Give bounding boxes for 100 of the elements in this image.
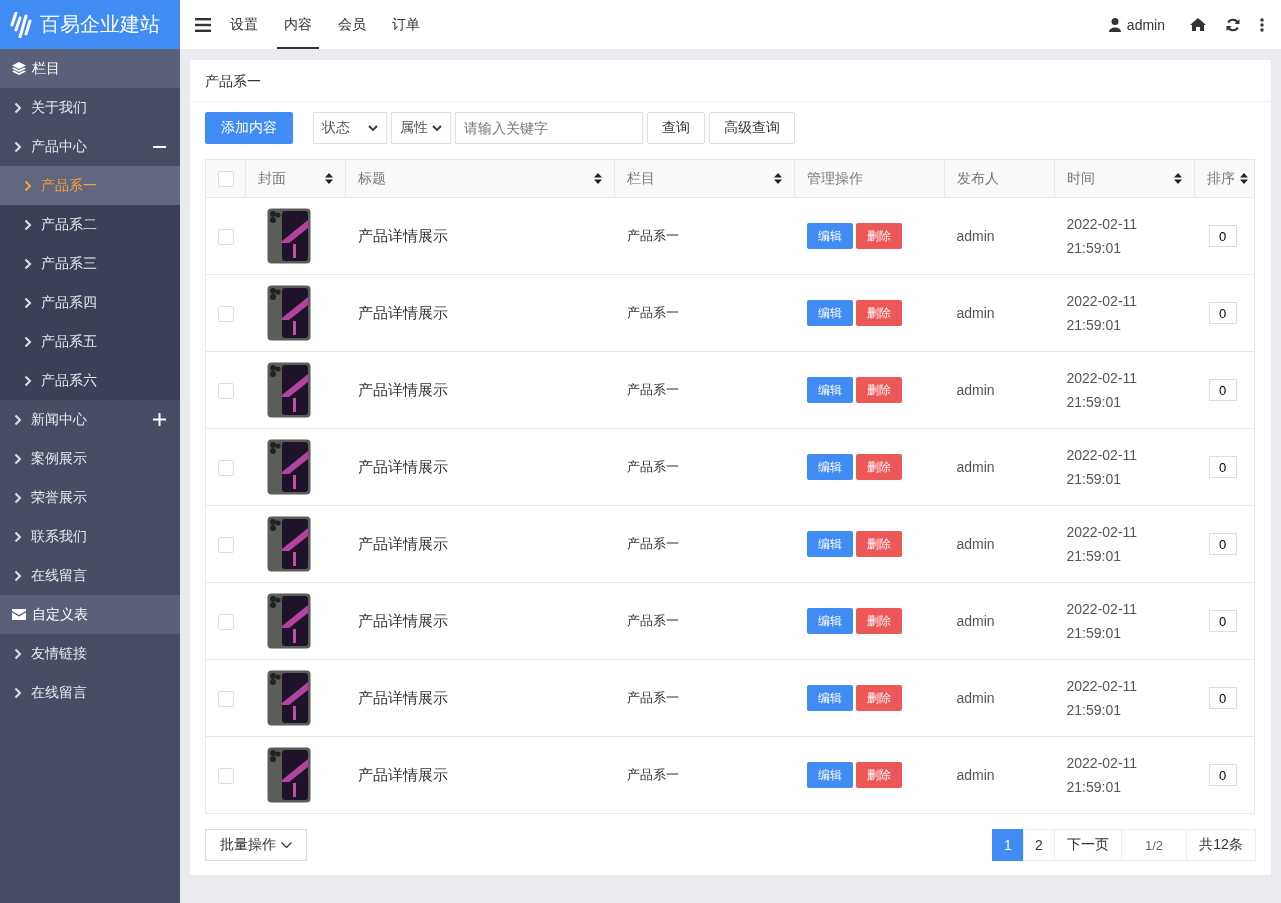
sidebar-subitem[interactable]: 产品系五	[0, 322, 180, 361]
publisher-cell: admin	[944, 582, 1055, 660]
section-title: 自定义表	[32, 605, 88, 624]
sidebar-subitem[interactable]: 产品系六	[0, 361, 180, 400]
refresh-icon[interactable]	[1226, 17, 1240, 32]
sort-icon[interactable]	[1174, 173, 1182, 184]
sort-field[interactable]: 0	[1208, 610, 1237, 632]
chevron-icon	[14, 647, 22, 660]
row-checkbox[interactable]	[217, 690, 234, 707]
nav-tab[interactable]: 内容	[277, 0, 319, 49]
sidebar-subitem[interactable]: 产品系三	[0, 244, 180, 283]
phone-drawing	[266, 285, 311, 341]
item-label: 联系我们	[31, 527, 87, 546]
item-label: 荣誉展示	[31, 488, 87, 507]
sidebar-item[interactable]: 荣誉展示	[0, 478, 180, 517]
layers-icon	[12, 62, 26, 75]
chevron-icon	[14, 452, 22, 465]
user-name[interactable]: admin	[1126, 16, 1165, 33]
advanced-query-button[interactable]: 高级查询	[709, 112, 795, 144]
row-checkbox[interactable]	[217, 613, 234, 630]
item-label: 在线留言	[31, 566, 87, 585]
title-cell: 产品详情展示	[345, 582, 615, 660]
chevron-icon	[14, 491, 22, 504]
nav-tab[interactable]: 会员	[331, 0, 373, 49]
sidebar-item[interactable]: 产品中心	[0, 127, 180, 166]
column-header: 栏目	[627, 169, 655, 188]
item-label: 友情链接	[31, 644, 87, 663]
chevron-icon	[24, 296, 32, 309]
total-count: 共12条	[1186, 829, 1256, 861]
status-select[interactable]: 状态	[313, 112, 387, 144]
row-checkbox[interactable]	[217, 536, 234, 553]
column-header: 管理操作	[807, 169, 863, 188]
sidebar-subitem[interactable]: 产品系二	[0, 205, 180, 244]
publisher-cell: admin	[944, 351, 1055, 429]
page-button[interactable]: 2	[1023, 829, 1055, 861]
item-label: 在线留言	[31, 683, 87, 702]
sidebar-item[interactable]: 新闻中心	[0, 400, 180, 439]
item-label: 产品系二	[41, 215, 97, 234]
sidebar-item[interactable]: 在线留言	[0, 556, 180, 595]
sort-field[interactable]: 0	[1208, 456, 1237, 478]
select-all-checkbox[interactable]	[217, 171, 234, 188]
sidebar-subitem[interactable]: 产品系四	[0, 283, 180, 322]
row-checkbox[interactable]	[217, 767, 234, 784]
item-label: 新闻中心	[31, 410, 87, 429]
time-cell: 2022-02-11 21:59:01	[1054, 351, 1195, 429]
sort-icon[interactable]	[1240, 173, 1248, 184]
caret-icon	[281, 842, 292, 848]
phone-drawing	[266, 439, 311, 495]
query-button[interactable]: 查询	[647, 112, 705, 144]
sidebar-item[interactable]: 关于我们	[0, 88, 180, 127]
sidebar-item[interactable]: 联系我们	[0, 517, 180, 556]
title-cell: 产品详情展示	[345, 351, 615, 429]
menu-icon[interactable]	[195, 17, 211, 32]
sort-field[interactable]: 0	[1208, 302, 1237, 324]
card-title: 产品系一	[190, 60, 1271, 102]
time-cell: 2022-02-11 21:59:01	[1054, 736, 1195, 814]
nav-tab[interactable]: 订单	[385, 0, 427, 49]
row-checkbox[interactable]	[217, 305, 234, 322]
chevron-icon	[14, 530, 22, 543]
sort-field[interactable]: 0	[1208, 764, 1237, 786]
caret-icon	[432, 125, 442, 131]
item-label: 产品系一	[41, 176, 97, 195]
title-cell: 产品详情展示	[345, 736, 615, 814]
brand-title: 百易企业建站	[40, 12, 160, 37]
attribute-select[interactable]: 属性	[391, 112, 451, 144]
column-header: 发布人	[957, 169, 999, 188]
more-icon[interactable]	[1260, 17, 1264, 32]
column-header: 标题	[358, 169, 386, 188]
sort-field[interactable]: 0	[1208, 687, 1237, 709]
page-info: 1/2	[1121, 829, 1187, 861]
sidebar-item[interactable]: 在线留言	[0, 673, 180, 712]
sidebar-item[interactable]: 友情链接	[0, 634, 180, 673]
chevron-icon	[24, 218, 32, 231]
row-checkbox[interactable]	[217, 382, 234, 399]
sort-field[interactable]: 0	[1208, 379, 1237, 401]
home-icon[interactable]	[1190, 18, 1206, 31]
row-checkbox[interactable]	[217, 228, 234, 245]
plus-icon[interactable]	[153, 413, 166, 426]
chevron-icon	[14, 101, 22, 114]
row-checkbox[interactable]	[217, 459, 234, 476]
user-icon	[1108, 17, 1121, 32]
column-header: 排序	[1207, 169, 1235, 188]
search-field[interactable]: 请输入关键字	[455, 112, 643, 144]
sort-icon[interactable]	[774, 173, 782, 184]
sort-field[interactable]: 0	[1208, 225, 1237, 247]
sort-icon[interactable]	[325, 173, 333, 184]
sort-field[interactable]: 0	[1208, 533, 1237, 555]
time-cell: 2022-02-11 21:59:01	[1054, 659, 1195, 737]
column-header: 时间	[1067, 169, 1095, 188]
item-label: 产品系四	[41, 293, 97, 312]
title-cell: 产品详情展示	[345, 428, 615, 506]
batch-operation-button[interactable]: 批量操作	[205, 829, 307, 861]
section-title: 栏目	[32, 59, 60, 78]
sort-icon[interactable]	[594, 173, 602, 184]
nav-tab[interactable]: 设置	[223, 0, 265, 49]
sidebar-item[interactable]: 案例展示	[0, 439, 180, 478]
next-page-button[interactable]: 下一页	[1054, 829, 1122, 861]
minus-icon[interactable]	[153, 145, 166, 148]
column-cell: 产品系一	[614, 428, 795, 506]
chevron-icon	[14, 140, 22, 153]
